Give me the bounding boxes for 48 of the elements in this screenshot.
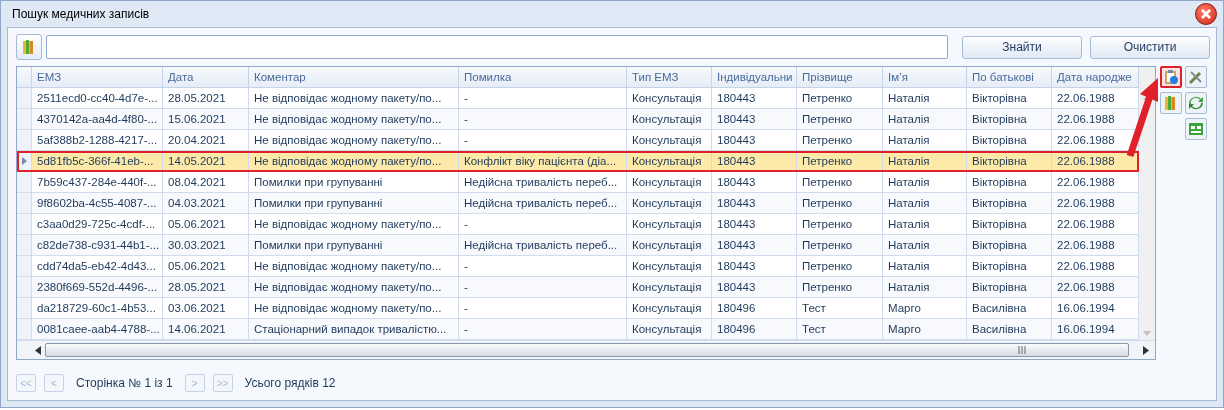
table-row[interactable]: da218729-60c1-4b53... 03.06.2021 Не відповідає жодному пакету/по... - Консультація 180496 Тест Марго Василівна 16.06.1994	[17, 298, 1139, 319]
close-button[interactable]	[1195, 3, 1217, 25]
column-header[interactable]: Індивідуальни	[712, 67, 797, 87]
refresh-icon	[1188, 95, 1204, 111]
column-header[interactable]: ЕМЗ	[32, 67, 163, 87]
folder-button[interactable]	[1160, 92, 1182, 114]
scroll-thumb[interactable]	[45, 343, 1129, 357]
table-row[interactable]: c3aa0d29-725c-4cdf-... 05.06.2021 Не відповідає жодному пакету/по... - Консультація 180443 Петренко Наталія Вікторівна 22.06.1988	[17, 214, 1139, 235]
grip-icon	[1018, 346, 1028, 354]
tools-button[interactable]	[1185, 66, 1207, 88]
table-row[interactable]: 5d81fb5c-366f-41eb-... 14.05.2021 Не відповідає жодному пакету/по... Конфлікт віку пацієнта (діа... Консультація 180443 Петренко Наталія Вікторівна 22.06.1988	[17, 151, 1139, 172]
scroll-right-icon[interactable]	[1143, 345, 1149, 355]
column-header[interactable]: Прізвище	[797, 67, 883, 87]
pager-label: Усього рядків 12	[244, 376, 336, 390]
scroll-down-icon[interactable]	[1143, 331, 1151, 336]
column-header[interactable]: Ім’я	[883, 67, 967, 87]
table-row[interactable]: 2380f669-552d-4496-... 28.05.2021 Не відповідає жодному пакету/по... - Консультація 180443 Петренко Наталія Вікторівна 22.06.1988	[17, 277, 1139, 298]
tools-icon	[1188, 69, 1204, 85]
column-header[interactable]: Тип ЕМЗ	[627, 67, 712, 87]
horizontal-scrollbar[interactable]	[17, 340, 1155, 359]
table-row[interactable]: c82de738-c931-44b1-... 30.03.2021 Помилки при групуванні Недійсна тривалість переб... Консультація 180443 Петренко Наталія Вікторівна 22.06.1988	[17, 235, 1139, 256]
close-icon	[1201, 9, 1211, 19]
column-header[interactable]: Помилка	[459, 67, 627, 87]
table-row[interactable]: 5af388b2-1288-4217-... 20.04.2021 Не відповідає жодному пакету/по... - Консультація 180443 Петренко Наталія Вікторівна 22.06.1988	[17, 130, 1139, 151]
column-header[interactable]: Дата	[163, 67, 249, 87]
scroll-left-icon[interactable]	[35, 345, 41, 355]
column-header[interactable]: Коментар	[249, 67, 459, 87]
search-action-button[interactable]: Очистити	[1090, 35, 1210, 59]
table-row[interactable]: 0081caee-aab4-4788-... 14.06.2021 Стаціонарний випадок тривалістю... - Консультація 180496 Тест Марго Василівна 16.06.1994	[17, 319, 1139, 340]
vertical-scrollbar[interactable]	[1139, 67, 1155, 340]
search-action-button[interactable]: Знайти	[962, 35, 1082, 59]
refresh-button[interactable]	[1185, 92, 1207, 114]
clipboard-icon	[1163, 69, 1179, 85]
table-row[interactable]: 7b59c437-284e-440f-... 08.04.2021 Помилки при групуванні Недійсна тривалість переб... Консультація 180443 Петренко Наталія Вікторівна 22.06.1988	[17, 172, 1139, 193]
column-header[interactable]: По батькові	[967, 67, 1052, 87]
table-icon	[1188, 121, 1204, 137]
clipboard-button[interactable]	[1160, 66, 1182, 88]
pager-label: Сторінка № 1 із 1	[76, 376, 173, 390]
current-row-icon	[21, 157, 27, 165]
search-field[interactable]	[46, 35, 948, 59]
table-row[interactable]: 4370142a-aa4d-4f80-... 15.06.2021 Не відповідає жодному пакету/по... - Консультація 180443 Петренко Наталія Вікторівна 22.06.1988	[17, 109, 1139, 130]
window-title: Пошук медичних записів	[12, 7, 150, 21]
books-button[interactable]	[16, 34, 42, 60]
table-row[interactable]: 9f8602ba-4c55-4087-... 04.03.2021 Помилки при групуванні Недійсна тривалість переб... Консультація 180443 Петренко Наталія Вікторівна 22.06.1988	[17, 193, 1139, 214]
row-selector[interactable]	[17, 151, 32, 172]
table-row[interactable]: cdd74da5-eb42-4d43... 05.06.2021 Не відповідає жодному пакету/по... - Консультація 180443 Петренко Наталія Вікторівна 22.06.1988	[17, 256, 1139, 277]
table-row[interactable]: 2511ecd0-cc40-4d7e-... 28.05.2021 Не відповідає жодному пакету/по... - Консультація 180443 Петренко Наталія Вікторівна 22.06.1988	[17, 88, 1139, 109]
table-button[interactable]	[1185, 118, 1207, 140]
